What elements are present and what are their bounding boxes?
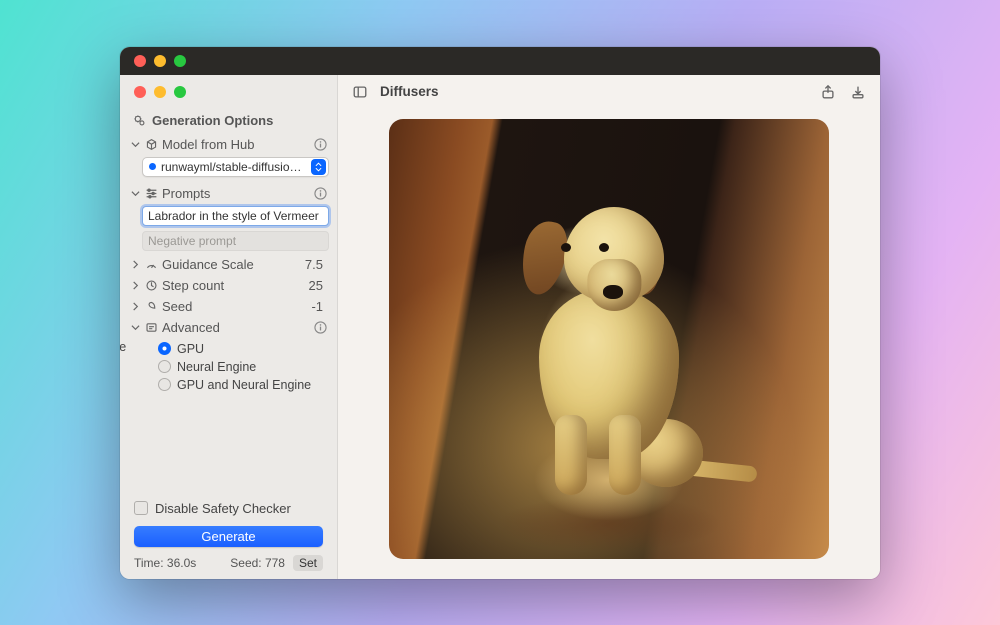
cube-icon xyxy=(144,137,158,151)
info-icon[interactable] xyxy=(313,320,327,334)
generation-options-title: Generation Options xyxy=(152,113,273,128)
share-button[interactable] xyxy=(818,82,838,102)
seed-label: Seed xyxy=(162,299,307,314)
use-label: Use xyxy=(120,340,126,354)
negative-prompt-input[interactable]: Negative prompt xyxy=(142,231,329,251)
close-window-button[interactable] xyxy=(134,55,146,67)
chevron-down-icon xyxy=(130,139,140,149)
sidebar: Generation Options Model from Hub runway… xyxy=(120,75,338,579)
advanced-label: Advanced xyxy=(162,320,309,335)
model-label: Model from Hub xyxy=(162,137,309,152)
generate-button-label: Generate xyxy=(201,529,255,544)
sidebar-traffic-lights xyxy=(120,75,337,109)
status-dot-icon xyxy=(149,163,156,170)
disable-safety-checker-label: Disable Safety Checker xyxy=(155,501,291,516)
chevron-down-icon xyxy=(130,188,140,198)
set-seed-button[interactable]: Set xyxy=(293,555,323,571)
steps-icon xyxy=(144,278,158,292)
gauge-icon xyxy=(144,257,158,271)
toolbar: Diffusers xyxy=(338,75,880,109)
titlebar xyxy=(120,47,880,75)
generate-button[interactable]: Generate xyxy=(134,526,323,547)
steps-value: 25 xyxy=(309,278,327,293)
checkbox-icon xyxy=(134,501,148,515)
app-title: Diffusers xyxy=(380,84,439,99)
chevron-right-icon xyxy=(130,301,140,311)
guidance-value: 7.5 xyxy=(305,257,327,272)
minimize-window-button-2[interactable] xyxy=(154,86,166,98)
info-icon[interactable] xyxy=(313,137,327,151)
guidance-label: Guidance Scale xyxy=(162,257,301,272)
image-canvas xyxy=(338,109,880,579)
sidebar-toggle-button[interactable] xyxy=(350,82,370,102)
compute-radio-group: Use GPU Neural Engine GPU and Neural Eng… xyxy=(128,338,329,400)
sliders-icon xyxy=(144,186,158,200)
chevron-right-icon xyxy=(130,280,140,290)
model-select[interactable]: runwayml/stable-diffusion... xyxy=(142,157,329,177)
step-count-row[interactable]: Step count 25 xyxy=(128,275,329,296)
radio-icon xyxy=(158,378,171,391)
model-selected-text: runwayml/stable-diffusion... xyxy=(161,160,306,174)
steps-label: Step count xyxy=(162,278,305,293)
status-row: Time: 36.0s Seed: 778 Set xyxy=(128,553,329,579)
model-from-hub-row[interactable]: Model from Hub xyxy=(128,134,329,155)
info-icon[interactable] xyxy=(313,186,327,200)
radio-gpu-and-neural-engine[interactable]: GPU and Neural Engine xyxy=(158,376,329,394)
advanced-icon xyxy=(144,320,158,334)
advanced-row[interactable]: Advanced xyxy=(128,317,329,338)
seed-icon xyxy=(144,299,158,313)
prompts-label: Prompts xyxy=(162,186,309,201)
prompt-input[interactable]: Labrador in the style of Vermeer xyxy=(142,206,329,226)
time-status: Time: 36.0s xyxy=(134,556,196,570)
negative-prompt-placeholder: Negative prompt xyxy=(148,234,236,248)
prompts-row[interactable]: Prompts xyxy=(128,183,329,204)
radio-icon xyxy=(158,342,171,355)
radio-gpu[interactable]: GPU xyxy=(158,340,329,358)
minimize-window-button[interactable] xyxy=(154,55,166,67)
main-pane: Diffusers xyxy=(338,75,880,579)
chevron-down-icon xyxy=(130,322,140,332)
radio-gpu-label: GPU xyxy=(177,342,204,356)
chevron-right-icon xyxy=(130,259,140,269)
seed-row[interactable]: Seed -1 xyxy=(128,296,329,317)
radio-icon xyxy=(158,360,171,373)
radio-gpu-and-neural-engine-label: GPU and Neural Engine xyxy=(177,378,311,392)
disable-safety-checker-row[interactable]: Disable Safety Checker xyxy=(128,497,329,522)
close-window-button-2[interactable] xyxy=(134,86,146,98)
radio-neural-engine-label: Neural Engine xyxy=(177,360,256,374)
zoom-window-button-2[interactable] xyxy=(174,86,186,98)
seed-status: Seed: 778 xyxy=(230,556,285,570)
app-window: Generation Options Model from Hub runway… xyxy=(120,47,880,579)
dog-illustration xyxy=(499,207,719,527)
zoom-window-button[interactable] xyxy=(174,55,186,67)
seed-value: -1 xyxy=(311,299,327,314)
guidance-scale-row[interactable]: Guidance Scale 7.5 xyxy=(128,254,329,275)
prompt-input-value: Labrador in the style of Vermeer xyxy=(148,209,319,223)
generated-image xyxy=(389,119,829,559)
radio-neural-engine[interactable]: Neural Engine xyxy=(158,358,329,376)
sidebar-content: Generation Options Model from Hub runway… xyxy=(120,109,337,579)
download-button[interactable] xyxy=(848,82,868,102)
gears-icon xyxy=(132,113,146,127)
generation-options-header: Generation Options xyxy=(128,109,329,134)
select-caret-icon xyxy=(311,159,326,175)
window-body: Generation Options Model from Hub runway… xyxy=(120,75,880,579)
